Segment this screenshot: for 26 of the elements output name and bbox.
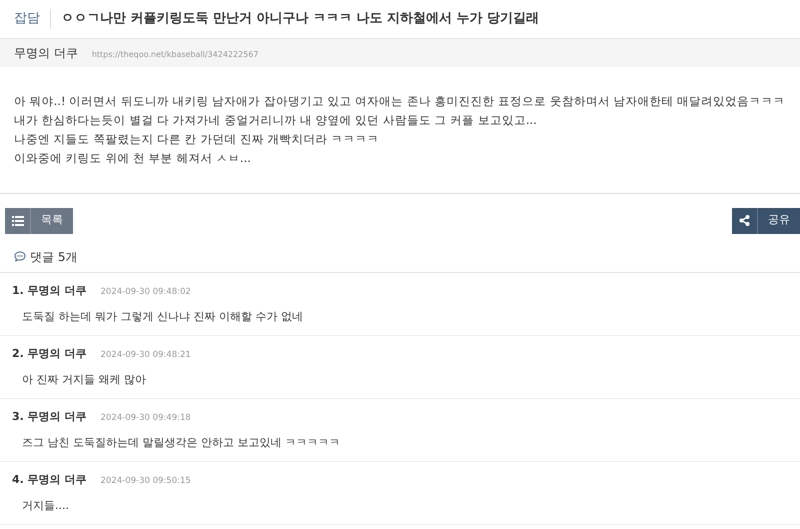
comment-text: 즈그 남친 도둑질하는데 말릴생각은 안하고 보고있네 ㅋㅋㅋㅋㅋ <box>21 435 341 451</box>
comment-text: 거지들.... <box>21 498 70 514</box>
body-line: 아 뭐야..! 이러면서 뒤도니까 내키링 남자애가 잡아댕기고 있고 여자애는 존나 흥미진진한 표정으로 웃참하며서 남자애한테 매달려있었음ㅋㅋㅋ <box>14 92 786 110</box>
list-button[interactable]: 목록 <box>5 208 73 234</box>
comment-author: 1. 무명의 더쿠 <box>12 282 86 298</box>
share-icon <box>739 215 750 226</box>
comment-time: 2024-09-30 09:48:02 <box>100 286 191 298</box>
comment-author: 3. 무명의 더쿠 <box>12 408 86 424</box>
list-icon <box>12 216 24 226</box>
comment-text: 도둑질 하는데 뭐가 그렇게 신나냐 진짜 이해할 수가 없네 <box>21 309 304 325</box>
comment-time: 2024-09-30 09:48:21 <box>100 348 191 362</box>
body-line: 나중엔 지들도 쪽팔렸는지 다른 칸 가던데 진짜 개빡치더라 ㅋㅋㅋㅋ <box>14 130 380 148</box>
comment-author: 2. 무명의 더쿠 <box>12 346 86 362</box>
comment-author: 4. 무명의 더쿠 <box>12 472 86 488</box>
author-name: 무명의 더쿠 <box>14 44 78 62</box>
category-link[interactable]: 잡담 <box>14 9 51 28</box>
body-line: 내가 한심하다는듯이 별걸 다 가져가네 중얼거리니까 내 양옆에 있던 사람들도 그 커플 보고있고... <box>14 112 538 128</box>
comment-time: 2024-09-30 09:50:15 <box>100 474 191 488</box>
body-line: 이와중에 키링도 위에 천 부분 헤져서 ㅅㅂ... <box>14 150 252 166</box>
post-title: ㅇㅇㄱ나만 커플키링도둑 만난거 아니구나 ㅋㅋㅋ 나도 지하철에서 누가 당기길래 <box>61 10 540 28</box>
post-url: https://theqoo.net/kbaseball/3424222567 <box>92 48 258 60</box>
comment-time: 2024-09-30 09:49:18 <box>100 412 191 424</box>
share-button[interactable]: 공유 <box>732 208 800 234</box>
comment-text: 아 진짜 거지들 왜케 많아 <box>21 372 147 388</box>
speech-bubble-icon <box>14 251 26 262</box>
comment-count: 댓글 5개 <box>30 248 78 266</box>
